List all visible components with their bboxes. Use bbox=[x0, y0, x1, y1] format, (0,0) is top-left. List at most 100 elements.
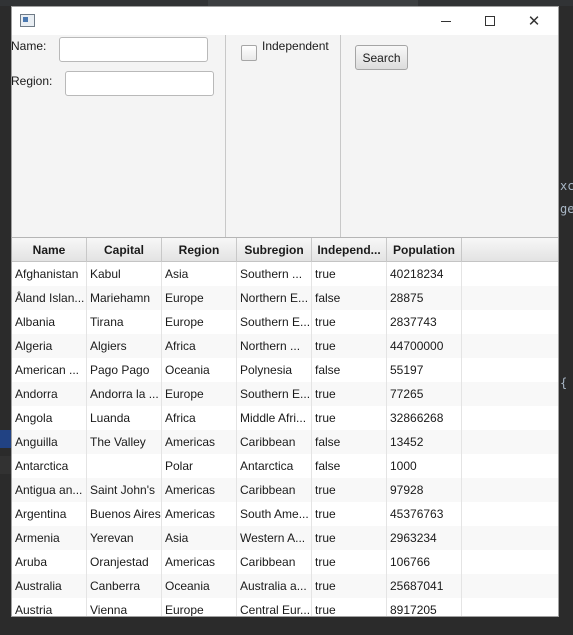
minimize-button[interactable] bbox=[424, 7, 468, 35]
table-header: Name Capital Region Subregion Independ..… bbox=[12, 238, 558, 262]
cell-filler bbox=[462, 382, 558, 406]
cell-name: Antarctica bbox=[12, 454, 87, 478]
cell-region: Europe bbox=[162, 382, 237, 406]
cell-capital: Yerevan bbox=[87, 526, 162, 550]
cell-region: Americas bbox=[162, 430, 237, 454]
cell-population: 97928 bbox=[387, 478, 462, 502]
name-label: Name: bbox=[11, 39, 47, 53]
table-row[interactable]: American ... Pago Pago Oceania Polynesia fal… bbox=[12, 358, 558, 382]
cell-region: Europe bbox=[162, 286, 237, 310]
table-row[interactable]: Argentina Buenos Aires Americas South Ame..… bbox=[12, 502, 558, 526]
cell-independent: true bbox=[312, 262, 387, 286]
cell-population: 106766 bbox=[387, 550, 462, 574]
column-header-independent[interactable]: Independ... bbox=[312, 238, 387, 262]
table-row[interactable]: Angola Luanda Africa Middle Afri... true 3286… bbox=[12, 406, 558, 430]
name-input[interactable] bbox=[59, 37, 208, 62]
table-row[interactable]: Armenia Yerevan Asia Western A... true 296323… bbox=[12, 526, 558, 550]
table-row[interactable]: Algeria Algiers Africa Northern ... true 4470… bbox=[12, 334, 558, 358]
cell-independent: true bbox=[312, 310, 387, 334]
column-header-name[interactable]: Name bbox=[12, 238, 87, 262]
app-icon bbox=[20, 14, 35, 27]
cell-region: Oceania bbox=[162, 574, 237, 598]
cell-independent: true bbox=[312, 598, 387, 616]
search-button[interactable]: Search bbox=[355, 45, 408, 70]
cell-name: Angola bbox=[12, 406, 87, 430]
form-divider bbox=[340, 35, 341, 237]
cell-subregion: Southern E... bbox=[237, 382, 312, 406]
table-row[interactable]: Aruba Oranjestad Americas Caribbean true 1067… bbox=[12, 550, 558, 574]
column-header-subregion[interactable]: Subregion bbox=[237, 238, 312, 262]
independent-label[interactable]: Independent bbox=[262, 39, 329, 53]
cell-population: 45376763 bbox=[387, 502, 462, 526]
column-header-filler bbox=[462, 238, 558, 262]
cell-independent: false bbox=[312, 358, 387, 382]
table-row[interactable]: Antigua an... Saint John's Americas Caribbe… bbox=[12, 478, 558, 502]
search-form: Name: Region: Independent Search bbox=[12, 35, 558, 237]
cell-subregion: Middle Afri... bbox=[237, 406, 312, 430]
column-header-population[interactable]: Population bbox=[387, 238, 462, 262]
minimize-icon bbox=[441, 21, 451, 22]
cell-population: 1000 bbox=[387, 454, 462, 478]
cell-name: Algeria bbox=[12, 334, 87, 358]
cell-filler bbox=[462, 286, 558, 310]
cell-population: 40218234 bbox=[387, 262, 462, 286]
cell-population: 77265 bbox=[387, 382, 462, 406]
cell-subregion: Southern E... bbox=[237, 310, 312, 334]
cell-filler bbox=[462, 454, 558, 478]
ide-background-row bbox=[0, 456, 11, 474]
cell-population: 2837743 bbox=[387, 310, 462, 334]
ide-background-text: xc bbox=[560, 179, 573, 193]
cell-independent: true bbox=[312, 478, 387, 502]
title-bar[interactable]: ✕ bbox=[12, 7, 558, 35]
cell-independent: false bbox=[312, 454, 387, 478]
table-row[interactable]: Åland Islan... Mariehamn Europe Northern E.… bbox=[12, 286, 558, 310]
cell-population: 13452 bbox=[387, 430, 462, 454]
cell-independent: true bbox=[312, 526, 387, 550]
maximize-button[interactable] bbox=[468, 7, 512, 35]
cell-population: 55197 bbox=[387, 358, 462, 382]
cell-capital: Tirana bbox=[87, 310, 162, 334]
close-button[interactable]: ✕ bbox=[512, 7, 556, 35]
cell-subregion: Southern ... bbox=[237, 262, 312, 286]
ide-background-text: { bbox=[560, 376, 568, 390]
cell-filler bbox=[462, 406, 558, 430]
cell-region: Asia bbox=[162, 526, 237, 550]
cell-independent: true bbox=[312, 334, 387, 358]
cell-region: Europe bbox=[162, 310, 237, 334]
table-row[interactable]: Austria Vienna Europe Central Eur... true 891… bbox=[12, 598, 558, 616]
region-input[interactable] bbox=[65, 71, 214, 96]
cell-name: Australia bbox=[12, 574, 87, 598]
cell-population: 2963234 bbox=[387, 526, 462, 550]
cell-filler bbox=[462, 502, 558, 526]
cell-region: Americas bbox=[162, 478, 237, 502]
table-row[interactable]: Anguilla The Valley Americas Caribbean false… bbox=[12, 430, 558, 454]
cell-capital: Oranjestad bbox=[87, 550, 162, 574]
cell-subregion: Polynesia bbox=[237, 358, 312, 382]
cell-filler bbox=[462, 430, 558, 454]
cell-region: Europe bbox=[162, 598, 237, 616]
cell-independent: true bbox=[312, 574, 387, 598]
cell-subregion: Caribbean bbox=[237, 430, 312, 454]
column-header-capital[interactable]: Capital bbox=[87, 238, 162, 262]
table-row[interactable]: Antarctica Polar Antarctica false 1000 bbox=[12, 454, 558, 478]
region-label: Region: bbox=[11, 74, 53, 88]
independent-checkbox[interactable] bbox=[241, 45, 257, 61]
cell-capital bbox=[87, 454, 162, 478]
table-row[interactable]: Afghanistan Kabul Asia Southern ... true 4021… bbox=[12, 262, 558, 286]
cell-subregion: Australia a... bbox=[237, 574, 312, 598]
cell-capital: Buenos Aires bbox=[87, 502, 162, 526]
maximize-icon bbox=[485, 16, 495, 26]
table-row[interactable]: Australia Canberra Oceania Australia a... tr… bbox=[12, 574, 558, 598]
cell-capital: Saint John's bbox=[87, 478, 162, 502]
cell-independent: true bbox=[312, 502, 387, 526]
table-row[interactable]: Albania Tirana Europe Southern E... true 2837… bbox=[12, 310, 558, 334]
cell-capital: Mariehamn bbox=[87, 286, 162, 310]
cell-name: Antigua an... bbox=[12, 478, 87, 502]
countries-table[interactable]: Name Capital Region Subregion Independ..… bbox=[12, 237, 558, 616]
table-row[interactable]: Andorra Andorra la ... Europe Southern E...… bbox=[12, 382, 558, 406]
form-divider bbox=[225, 35, 226, 237]
column-header-region[interactable]: Region bbox=[162, 238, 237, 262]
cell-subregion: Northern E... bbox=[237, 286, 312, 310]
cell-filler bbox=[462, 334, 558, 358]
cell-subregion: Central Eur... bbox=[237, 598, 312, 616]
